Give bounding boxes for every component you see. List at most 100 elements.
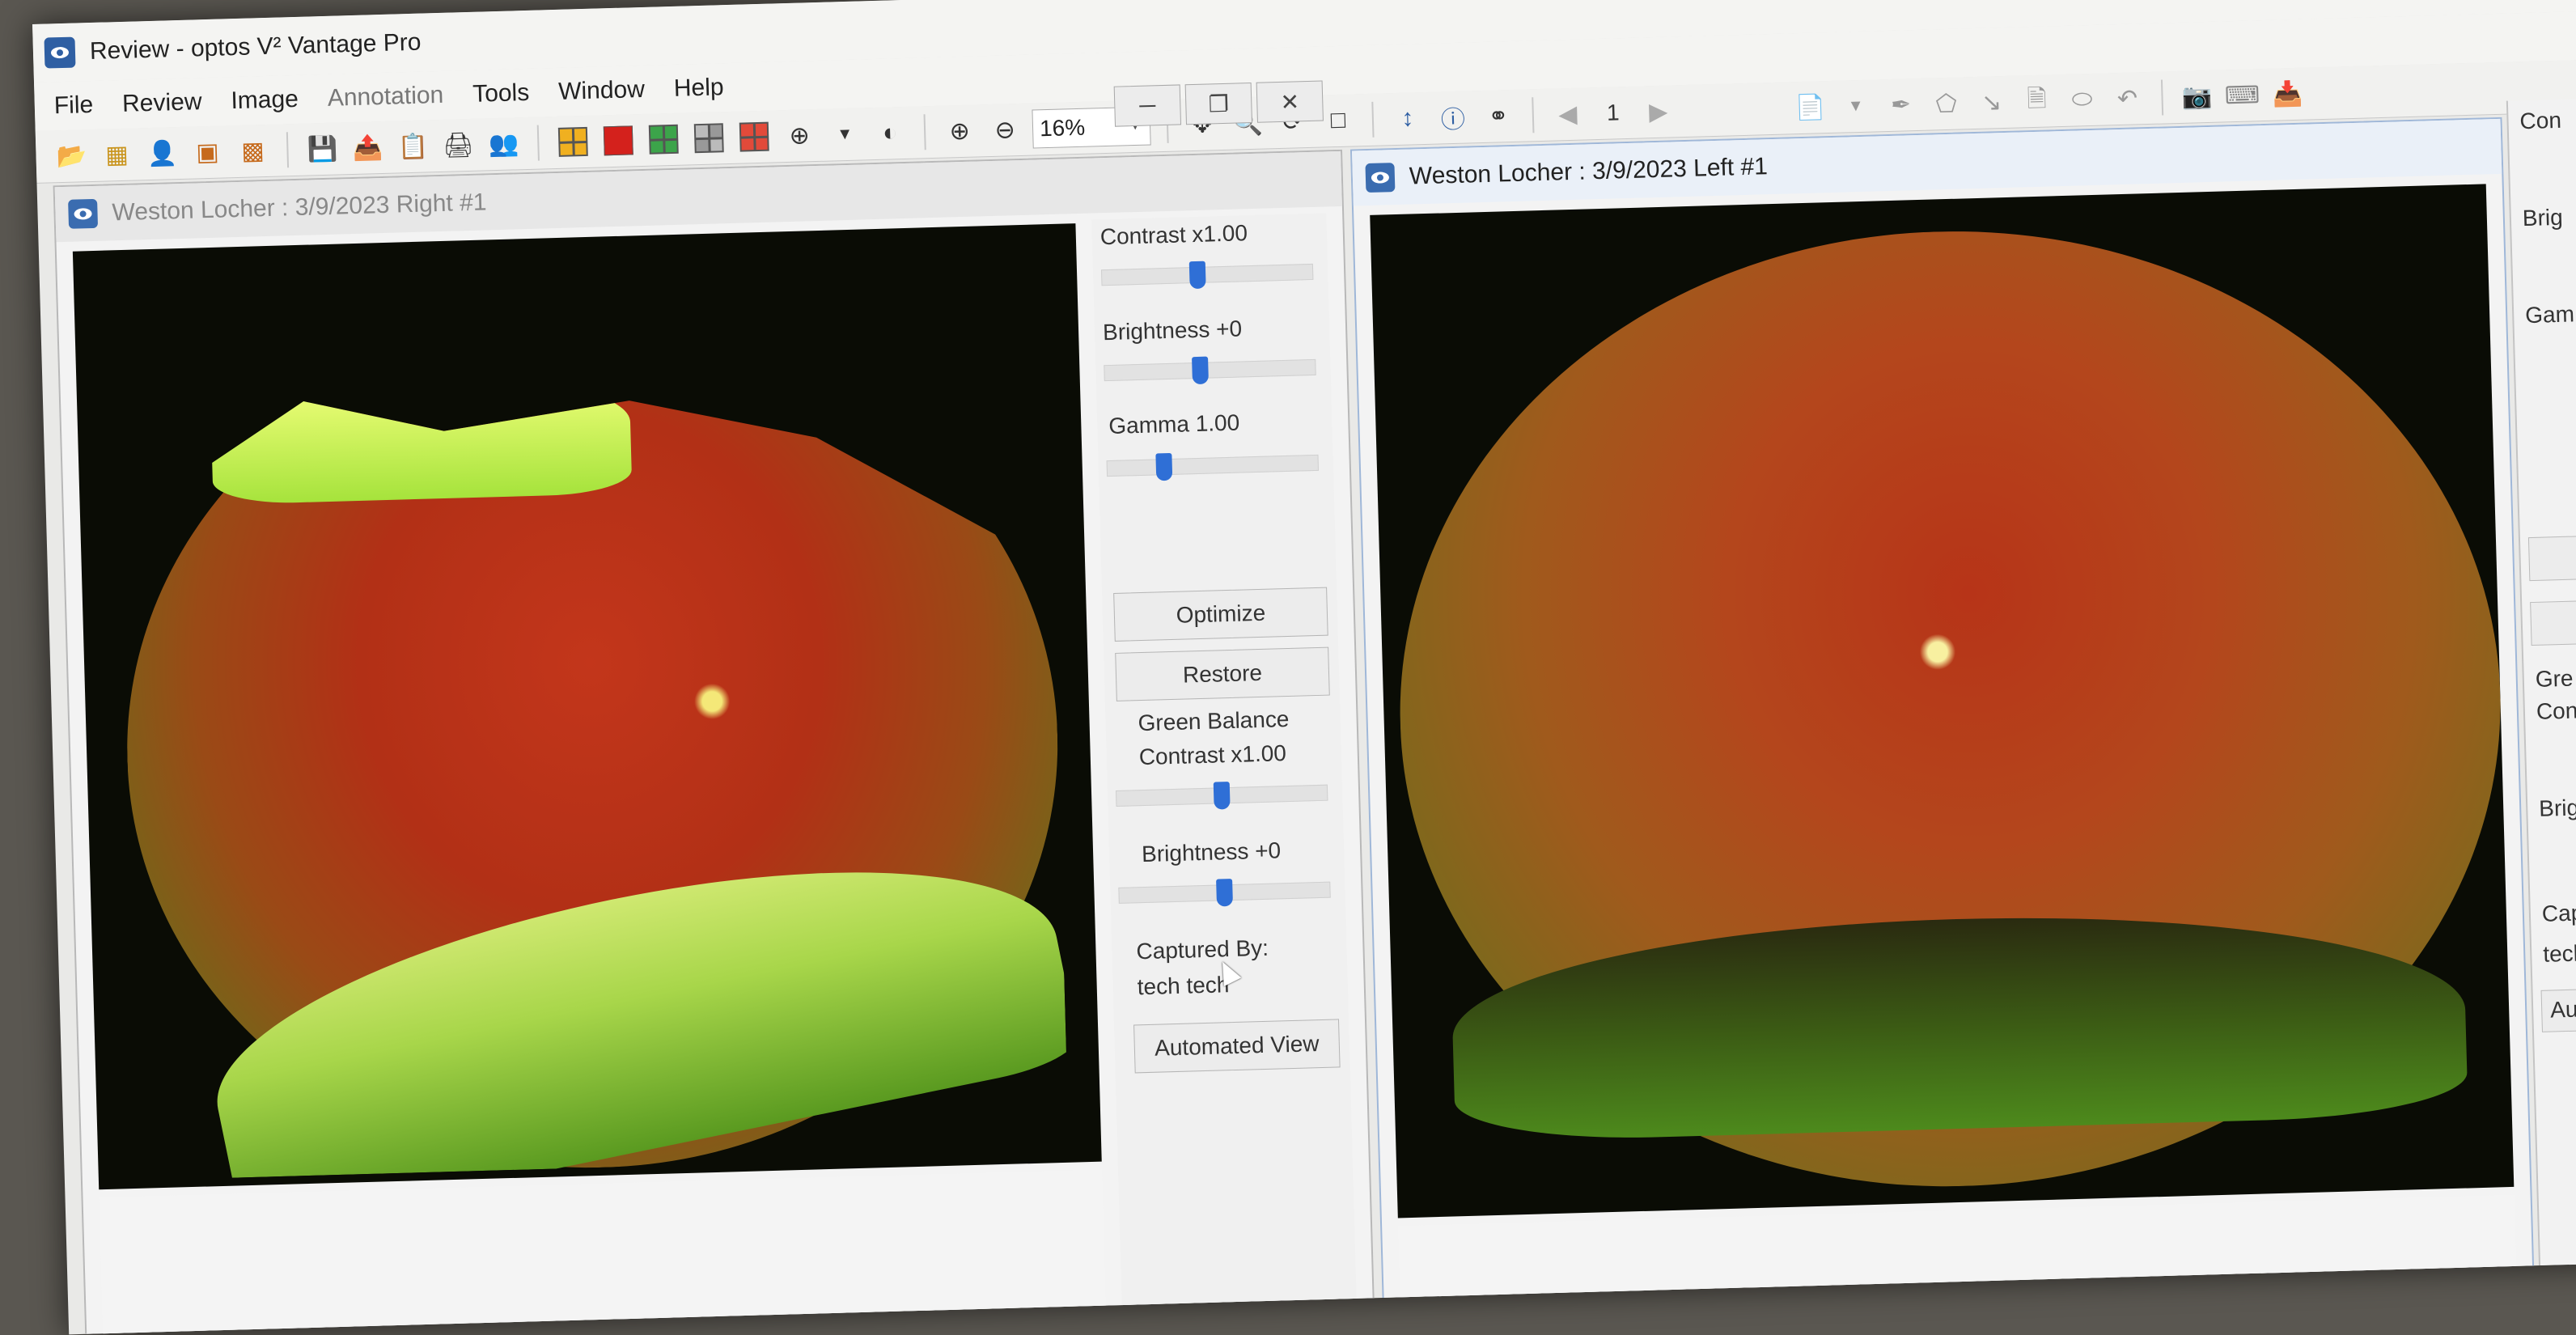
green-channel-icon[interactable] bbox=[646, 121, 682, 158]
contrast-slider[interactable] bbox=[1100, 261, 1314, 290]
peek-restore-button[interactable] bbox=[2530, 600, 2576, 646]
link-icon[interactable]: ⚭ bbox=[1480, 98, 1516, 134]
eye-window-icon bbox=[68, 198, 99, 229]
gamma-slider-thumb[interactable] bbox=[1155, 452, 1173, 481]
peek-label: tech bbox=[2542, 940, 2576, 967]
gamma-slider[interactable] bbox=[1106, 452, 1320, 481]
contrast-label: Contrast x1.00 bbox=[1099, 220, 1248, 250]
note-icon[interactable]: 🗎 bbox=[2019, 83, 2055, 119]
right-eye-empty-area bbox=[99, 1169, 1107, 1335]
zoom-level-value: 16% bbox=[1039, 114, 1086, 142]
green-contrast-slider[interactable] bbox=[1115, 782, 1328, 810]
eyelid-artifact-bottom bbox=[193, 814, 1082, 1190]
open-folder-icon[interactable]: 📂 bbox=[53, 138, 90, 174]
eyelash-artifact-bottom bbox=[1450, 905, 2468, 1143]
document-icon[interactable]: 📄 bbox=[1792, 89, 1828, 125]
peek-label: Gre bbox=[2535, 665, 2574, 692]
menu-review[interactable]: Review bbox=[122, 88, 202, 118]
brightness-slider-thumb[interactable] bbox=[1192, 356, 1209, 385]
save-icon[interactable]: 💾 bbox=[304, 130, 341, 167]
green-brightness-slider-thumb[interactable] bbox=[1216, 879, 1234, 907]
peek-label: Captu bbox=[2541, 899, 2576, 926]
right-eye-fundus-image bbox=[116, 313, 1070, 1180]
image-stack-icon[interactable]: ▣ bbox=[189, 134, 226, 170]
zoom-in-icon[interactable]: ⊕ bbox=[942, 112, 978, 149]
automated-view-button[interactable]: Automated View bbox=[1133, 1019, 1341, 1074]
green-contrast-label: Contrast x1.00 bbox=[1138, 740, 1287, 770]
image-adjust-panel: Contrast x1.00 Brightness +0 Gamma 1.00 … bbox=[1091, 213, 1357, 1312]
brightness-label: Brightness +0 bbox=[1102, 316, 1243, 345]
polygon-icon[interactable]: ⬠ bbox=[1928, 85, 1964, 121]
measure-icon[interactable]: ↕ bbox=[1389, 100, 1426, 137]
report-icon[interactable]: 📋 bbox=[395, 128, 431, 164]
grayscale-icon[interactable] bbox=[691, 120, 727, 156]
restore-window-button[interactable]: ❐ bbox=[1184, 82, 1252, 125]
keyboard-icon[interactable]: ⌨ bbox=[2224, 77, 2260, 113]
contrast-slider-thumb[interactable] bbox=[1188, 261, 1206, 290]
thumbnail-grid-icon[interactable]: ▦ bbox=[99, 137, 135, 173]
brightness-slider[interactable] bbox=[1104, 356, 1316, 385]
left-eye-fundus-image bbox=[1387, 216, 2514, 1202]
minimize-button[interactable]: ─ bbox=[1113, 84, 1182, 127]
tray-icon[interactable]: 📥 bbox=[2269, 76, 2306, 112]
close-button[interactable]: ✕ bbox=[1256, 80, 1324, 123]
peek-label: Gam bbox=[2524, 301, 2575, 328]
peek-label: Brig bbox=[2522, 204, 2564, 231]
print-icon[interactable]: 🖨 bbox=[440, 127, 477, 163]
image-window-left-eye[interactable]: Weston Locher : 3/9/2023 Left #1 bbox=[1349, 117, 2535, 1318]
export-icon[interactable]: 📤 bbox=[350, 129, 386, 166]
freehand-draw-icon[interactable]: ✒ bbox=[1883, 87, 1919, 123]
optimize-button[interactable]: Optimize bbox=[1113, 587, 1328, 642]
restore-button[interactable]: Restore bbox=[1115, 646, 1330, 701]
green-brightness-slider[interactable] bbox=[1118, 879, 1331, 907]
captured-by-label: Captured By: bbox=[1136, 934, 1269, 964]
green-contrast-slider-thumb[interactable] bbox=[1213, 782, 1231, 810]
contrast-icon[interactable]: ◐ bbox=[872, 115, 909, 151]
page-number: 1 bbox=[1606, 100, 1621, 125]
menu-window[interactable]: Window bbox=[558, 76, 646, 106]
peek-automated-view-button[interactable]: Au bbox=[2540, 988, 2576, 1032]
zoom-out-icon[interactable]: ⊖ bbox=[987, 112, 1023, 148]
previous-page-icon[interactable]: ◀ bbox=[1549, 95, 1586, 132]
info-icon[interactable]: ⓘ bbox=[1434, 99, 1471, 135]
red-channel-icon[interactable] bbox=[600, 122, 637, 159]
menu-annotation[interactable]: Annotation bbox=[327, 82, 443, 112]
toolbar-separator bbox=[1532, 97, 1535, 134]
right-eye-image-viewport[interactable] bbox=[72, 223, 1102, 1190]
toolbar-separator bbox=[286, 132, 290, 168]
peek-label: Brig bbox=[2538, 795, 2576, 821]
camera-icon[interactable]: 📷 bbox=[2179, 78, 2215, 115]
toolbar-separator bbox=[536, 125, 540, 161]
image-compare-icon[interactable]: ▩ bbox=[235, 133, 271, 169]
eye-window-icon bbox=[1365, 163, 1396, 193]
crop-icon[interactable]: □ bbox=[1320, 102, 1356, 138]
menu-file[interactable]: File bbox=[53, 91, 93, 120]
peek-label: Con bbox=[2519, 107, 2562, 134]
menu-tools[interactable]: Tools bbox=[472, 79, 530, 108]
red-free-grid-icon[interactable] bbox=[736, 119, 773, 155]
crosshair-icon[interactable]: ⊕ bbox=[782, 117, 818, 154]
arrow-annotation-icon[interactable]: ↘ bbox=[1973, 84, 2010, 121]
dropdown-arrow-icon[interactable]: ▼ bbox=[827, 116, 863, 152]
eyelid-artifact-top bbox=[210, 375, 632, 505]
ellipse-icon[interactable]: ⬭ bbox=[2064, 82, 2100, 118]
image-window-right-eye[interactable]: Weston Locher : 3/9/2023 Right #1 ─ ❐ ✕ … bbox=[53, 80, 1375, 1335]
layout-2x2-icon[interactable] bbox=[555, 124, 591, 160]
left-eye-image-viewport[interactable] bbox=[1370, 184, 2515, 1218]
next-page-icon[interactable]: ▶ bbox=[1640, 93, 1676, 129]
menu-help[interactable]: Help bbox=[673, 74, 724, 103]
app-title: Review - optos V² Vantage Pro bbox=[89, 28, 422, 66]
menu-image[interactable]: Image bbox=[231, 86, 299, 115]
optos-app-icon bbox=[44, 36, 76, 69]
user-settings-icon[interactable]: 👥 bbox=[485, 125, 522, 162]
gamma-label: Gamma 1.00 bbox=[1108, 409, 1240, 439]
captured-by-value: tech tech bbox=[1137, 972, 1230, 1000]
dropdown-arrow-icon[interactable]: ▼ bbox=[1837, 88, 1874, 125]
peek-label: Con bbox=[2536, 697, 2576, 724]
undo-icon[interactable]: ↶ bbox=[2109, 80, 2146, 117]
patient-icon[interactable]: 👤 bbox=[144, 135, 180, 172]
left-eye-window-title: Weston Locher : 3/9/2023 Left #1 bbox=[1409, 153, 1769, 190]
toolbar-separator bbox=[1371, 101, 1375, 138]
peek-optimize-button[interactable] bbox=[2527, 536, 2576, 582]
green-balance-heading: Green Balance bbox=[1138, 706, 1290, 736]
